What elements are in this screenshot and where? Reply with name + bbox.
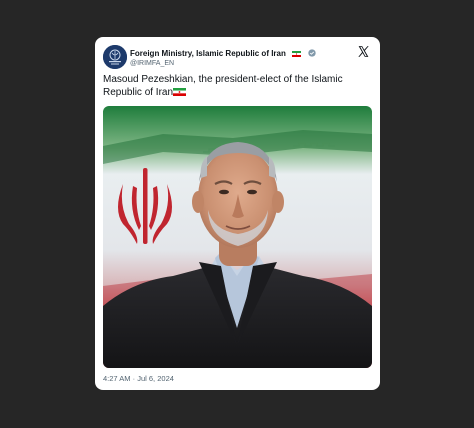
tweet-time: 4:27 AM [103,374,131,383]
author-name-row: Foreign Ministry, Islamic Republic of Ir… [130,46,340,58]
author-display-name[interactable]: Foreign Ministry, Islamic Republic of Ir… [130,49,286,58]
author-handle[interactable]: @IRIMFA_EN [130,58,340,69]
author-block: Foreign Ministry, Islamic Republic of Ir… [130,46,340,70]
timestamp-separator: · [132,374,136,383]
tweet-photo[interactable] [103,106,372,368]
verified-gray-icon [308,49,316,57]
author-avatar[interactable] [103,45,127,69]
ministry-emblem-icon [103,45,127,69]
iran-flag-icon [173,88,187,96]
tweet-header: Foreign Ministry, Islamic Republic of Ir… [103,43,372,71]
x-logo-icon[interactable] [357,45,370,58]
tweet-timestamp[interactable]: 4:27 AM · Jul 6, 2024 [103,374,174,384]
portrait-photo [103,106,372,368]
tweet-date: Jul 6, 2024 [137,374,174,383]
iran-flag-icon [292,51,302,57]
tweet-text-body: Masoud Pezeshkian, the president-elect o… [103,74,346,98]
tweet-text: Masoud Pezeshkian, the president-elect o… [103,73,371,99]
tweet-card: Foreign Ministry, Islamic Republic of Ir… [95,37,380,390]
